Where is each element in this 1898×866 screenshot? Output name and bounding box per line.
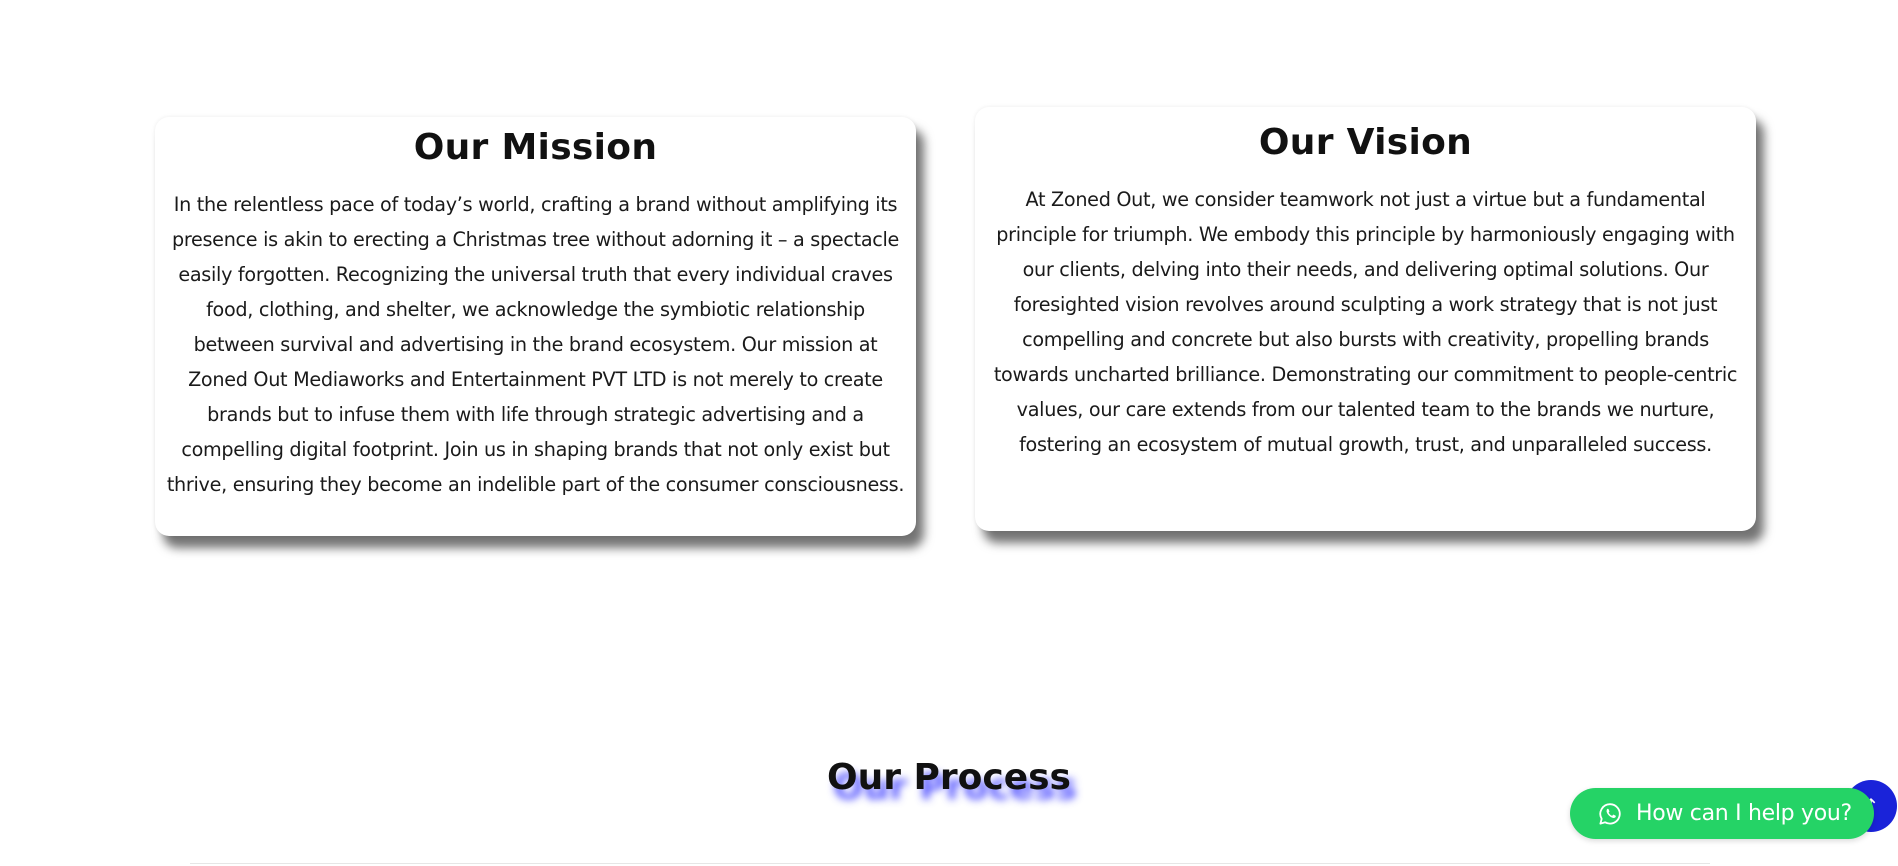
vision-title: Our Vision (1258, 122, 1473, 163)
vision-card: Our Vision At Zoned Out, we consider tea… (975, 107, 1756, 531)
chat-button-label: How can I help you? (1636, 801, 1852, 826)
page: Our Mission In the relentless pace of to… (0, 0, 1898, 866)
vision-text: At Zoned Out, we consider teamwork not j… (993, 188, 1738, 456)
section-divider (190, 863, 1710, 864)
mission-title: Our Mission (413, 127, 658, 168)
whatsapp-chat-button[interactable]: How can I help you? (1570, 788, 1874, 839)
mission-card: Our Mission In the relentless pace of to… (155, 117, 916, 536)
mission-text: In the relentless pace of today’s world,… (166, 193, 905, 496)
whatsapp-icon (1598, 802, 1622, 826)
